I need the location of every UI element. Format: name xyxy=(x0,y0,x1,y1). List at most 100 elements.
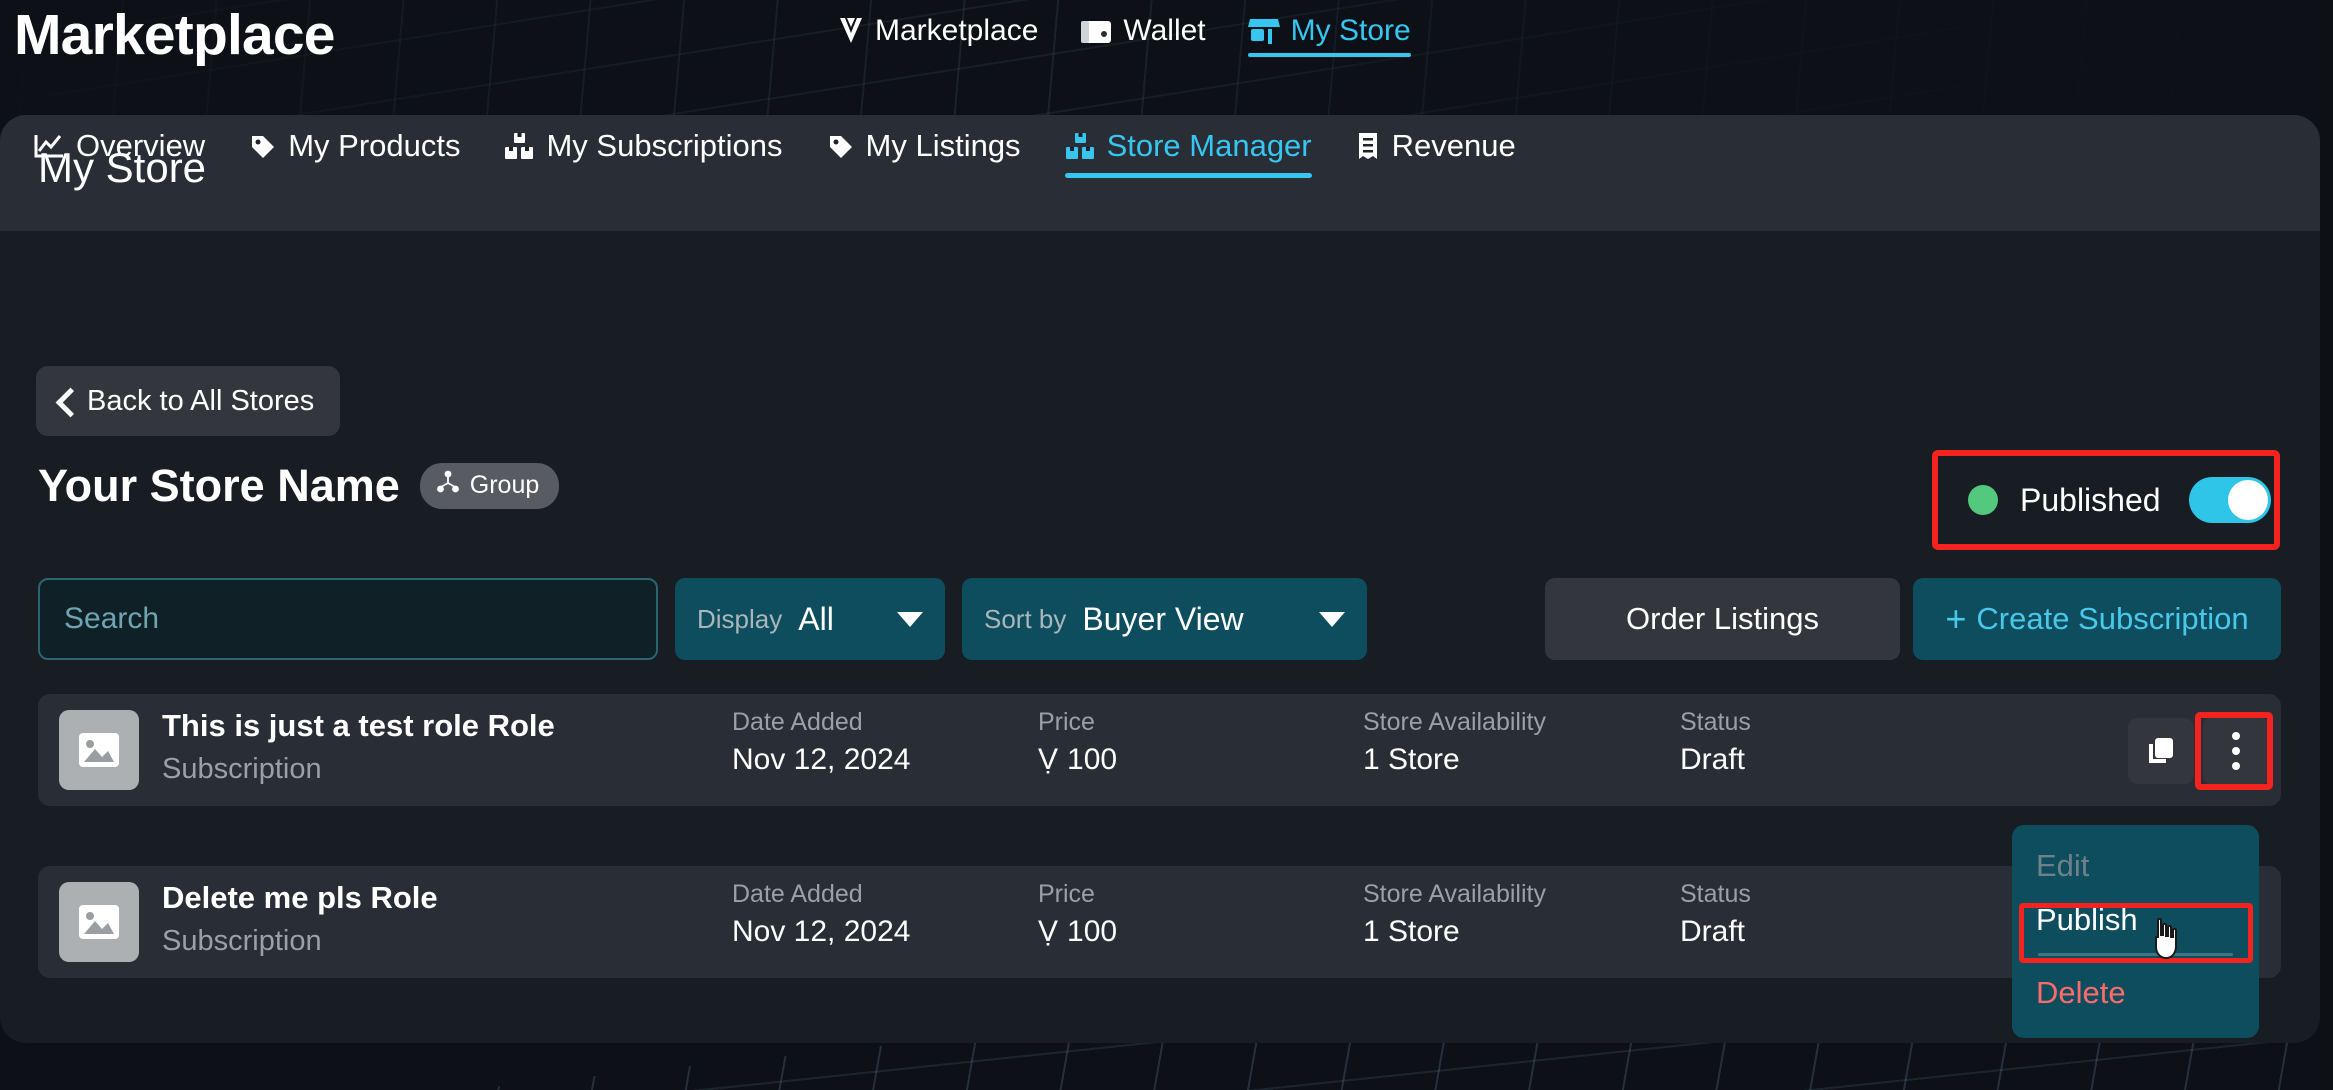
tag-icon xyxy=(827,133,854,160)
order-listings-button[interactable]: Order Listings xyxy=(1545,578,1900,660)
tab-label: Overview xyxy=(76,128,206,163)
tab-label: My Subscriptions xyxy=(546,128,783,163)
item-title: This is just a test role Role xyxy=(162,708,555,743)
tab-label: Revenue xyxy=(1391,128,1516,163)
create-subscription-button[interactable]: + Create Subscription xyxy=(1913,578,2281,660)
price-value: 100 xyxy=(1067,915,1118,948)
table-row[interactable]: This is just a test role Role Subscripti… xyxy=(38,694,2281,806)
group-icon xyxy=(436,470,460,501)
column-value: Draft xyxy=(1680,915,1751,949)
wallet-icon xyxy=(1080,18,1112,45)
group-badge[interactable]: Group xyxy=(419,463,560,509)
column-header: Date Added xyxy=(732,880,863,908)
store-icon xyxy=(1247,16,1280,46)
footer-grid-pattern xyxy=(0,1043,2333,1090)
item-thumbnail xyxy=(59,710,139,790)
v-logo-icon xyxy=(838,16,864,46)
menu-item-edit[interactable]: Edit xyxy=(2012,839,2259,893)
tab-label: My Products xyxy=(288,128,461,163)
column-value: 1 Store xyxy=(1363,915,1546,949)
column-value: Ṿ 100 xyxy=(1038,915,1117,949)
tab-store-manager[interactable]: Store Manager xyxy=(1064,128,1312,178)
menu-item-delete[interactable]: Delete xyxy=(2012,966,2259,1020)
tab-my-listings[interactable]: My Listings xyxy=(827,128,1021,178)
image-placeholder-icon xyxy=(79,905,119,939)
column-status: Status Draft xyxy=(1680,708,1751,777)
tab-label: My Listings xyxy=(865,128,1021,163)
footer-banner xyxy=(0,1043,2333,1090)
plus-icon: + xyxy=(1945,598,1967,639)
menu-divider xyxy=(2038,953,2233,956)
chevron-down-icon xyxy=(1319,611,1345,627)
column-store-availability: Store Availability 1 Store xyxy=(1363,880,1546,949)
column-header: Status xyxy=(1680,880,1751,908)
display-filter-label: Display xyxy=(697,603,783,634)
item-subtitle: Subscription xyxy=(162,925,322,957)
column-header: Date Added xyxy=(732,708,863,736)
topnav-label: My Store xyxy=(1290,14,1411,47)
boxes-icon xyxy=(1065,132,1095,160)
table-row[interactable]: Delete me pls Role Subscription Date Add… xyxy=(38,866,2281,978)
back-to-all-stores-button[interactable]: Back to All Stores xyxy=(36,366,341,436)
annotation-box-published xyxy=(1932,450,2280,550)
column-date-added: Date Added Nov 12, 2024 xyxy=(732,708,910,777)
app-root: Marketplace Marketplace Wallet My Store … xyxy=(0,0,2333,1090)
menu-item-publish[interactable]: Publish xyxy=(2012,893,2259,947)
column-value: Ṿ 100 xyxy=(1038,743,1117,777)
search-input[interactable] xyxy=(38,578,658,660)
currency-symbol-icon: Ṿ xyxy=(1038,743,1059,776)
store-header: Your Store Name Group xyxy=(38,460,560,512)
date-added-value: Nov 12, 2024 xyxy=(732,915,911,948)
status-value: Draft xyxy=(1680,915,1746,948)
tab-revenue[interactable]: Revenue xyxy=(1356,128,1516,178)
topnav-label: Wallet xyxy=(1123,14,1206,47)
column-header: Store Availability xyxy=(1363,880,1546,908)
column-status: Status Draft xyxy=(1680,880,1751,949)
kebab-dot xyxy=(2232,732,2240,740)
column-header: Price xyxy=(1038,880,1095,908)
top-navigation: Marketplace Wallet My Store xyxy=(838,14,1411,57)
duplicate-button[interactable] xyxy=(2128,718,2194,784)
date-added-value: Nov 12, 2024 xyxy=(732,743,911,776)
price-value: 100 xyxy=(1067,743,1118,776)
store-name: Your Store Name xyxy=(38,460,400,511)
status-value: Draft xyxy=(1680,743,1746,776)
column-date-added: Date Added Nov 12, 2024 xyxy=(732,880,910,949)
column-value: Nov 12, 2024 xyxy=(732,915,910,949)
item-thumbnail xyxy=(59,882,139,962)
order-listings-label: Order Listings xyxy=(1626,601,1819,636)
column-header: Status xyxy=(1680,708,1751,736)
topnav-item-my-store[interactable]: My Store xyxy=(1247,14,1411,57)
tab-my-products[interactable]: My Products xyxy=(249,128,460,178)
right-edge-strip xyxy=(2320,0,2333,1090)
topnav-item-wallet[interactable]: Wallet xyxy=(1080,14,1206,57)
chevron-down-icon xyxy=(897,611,923,627)
currency-symbol-icon: Ṿ xyxy=(1038,915,1059,948)
sort-by-value: Buyer View xyxy=(1082,600,1244,637)
column-value: 1 Store xyxy=(1363,743,1546,777)
tag-icon xyxy=(249,133,276,160)
display-filter-dropdown[interactable]: Display All xyxy=(675,578,945,660)
tab-label: Store Manager xyxy=(1106,128,1312,163)
receipt-icon xyxy=(1356,132,1380,160)
chevron-left-icon xyxy=(58,388,73,414)
column-price: Price Ṿ 100 xyxy=(1038,708,1117,777)
column-header: Store Availability xyxy=(1363,708,1546,736)
kebab-dot xyxy=(2232,762,2240,770)
back-button-label: Back to All Stores xyxy=(87,384,315,417)
row-options-menu-button[interactable] xyxy=(2203,718,2269,784)
topnav-item-marketplace[interactable]: Marketplace xyxy=(838,14,1038,57)
section-tabs: Overview My Products My Subscriptions My… xyxy=(34,128,1516,178)
brand-title: Marketplace xyxy=(14,3,336,67)
availability-value: 1 Store xyxy=(1363,915,1460,948)
boxes-icon xyxy=(504,132,534,160)
sort-by-dropdown[interactable]: Sort by Buyer View xyxy=(962,578,1367,660)
row-options-context-menu: Edit Publish Delete xyxy=(2012,825,2259,1038)
item-title: Delete me pls Role xyxy=(162,880,438,915)
display-filter-value: All xyxy=(798,600,834,637)
column-value: Nov 12, 2024 xyxy=(732,743,910,777)
image-placeholder-icon xyxy=(79,733,119,767)
tab-overview[interactable]: Overview xyxy=(34,128,205,178)
column-header: Price xyxy=(1038,708,1095,736)
tab-my-subscriptions[interactable]: My Subscriptions xyxy=(504,128,783,178)
